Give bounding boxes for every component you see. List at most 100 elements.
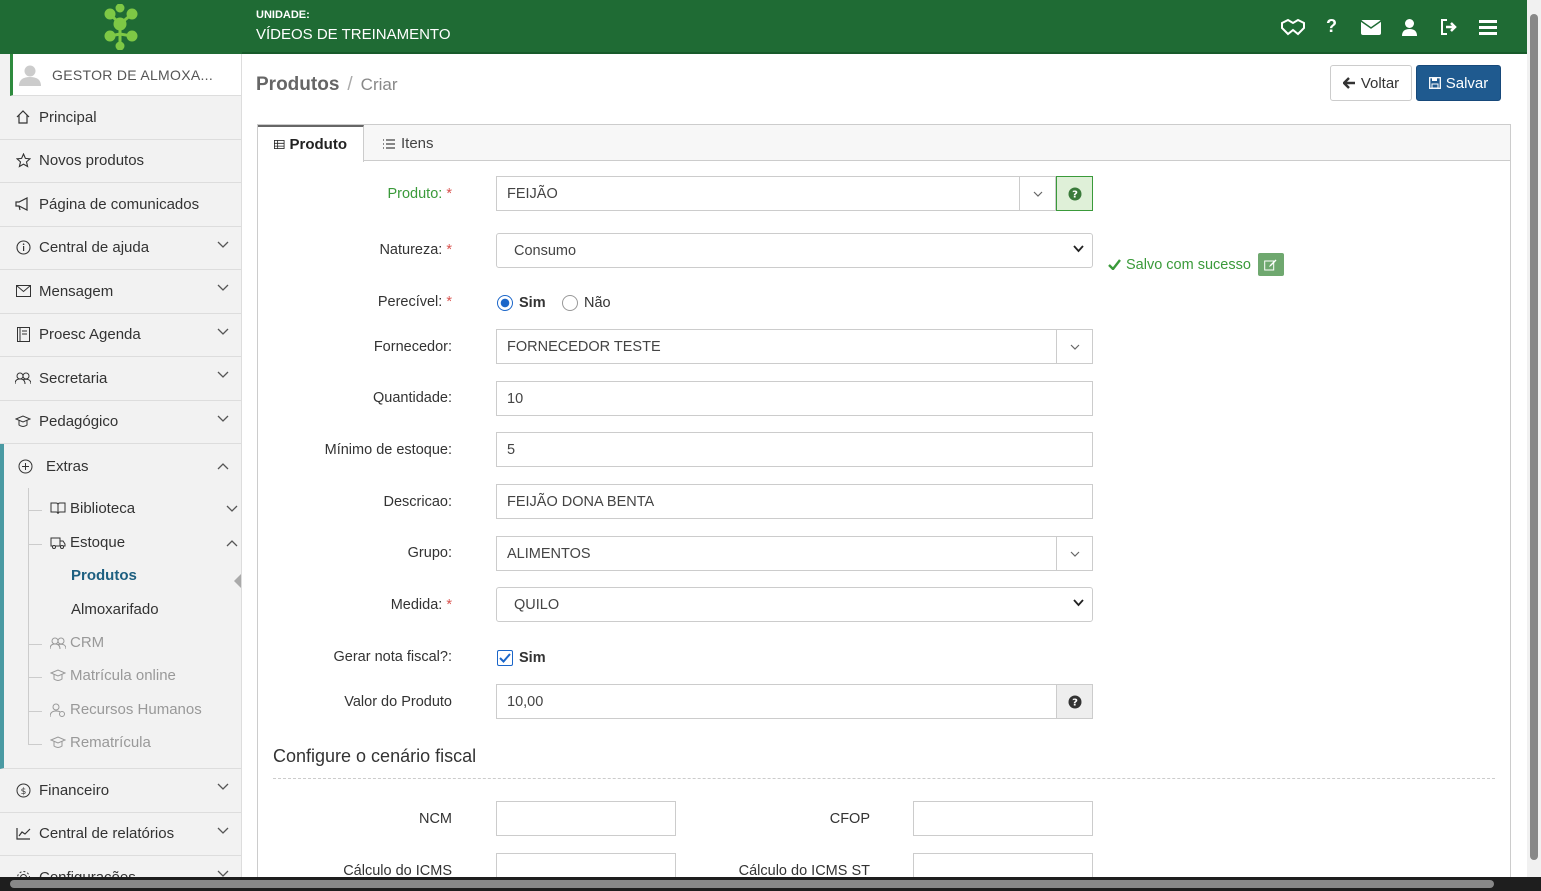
sidebar-item-pedagogico[interactable]: Pedagógico	[0, 401, 241, 444]
horizontal-scrollbar[interactable]	[0, 877, 1527, 891]
vertical-scrollbar[interactable]	[1527, 0, 1541, 877]
medida-select[interactable]: QUILO	[496, 587, 1093, 622]
chevron-down-icon	[226, 505, 238, 512]
grupo-select[interactable]: ALIMENTOS	[496, 536, 1093, 571]
breadcrumb-section[interactable]: Produtos	[256, 74, 339, 95]
tab-produto[interactable]: Produto	[258, 125, 364, 162]
sidebar-item-label: Financeiro	[39, 781, 110, 799]
unit-label: UNIDADE:	[256, 9, 310, 21]
sidebar-item-relatorios[interactable]: Central de relatórios	[0, 813, 241, 856]
sidebar-item-configuracoes[interactable]: Configurações	[0, 856, 241, 877]
nota-label: Gerar nota fiscal?:	[333, 649, 452, 665]
fiscal-section-title: Configure o cenário fiscal	[273, 746, 477, 766]
perecivel-nao-radio[interactable]: Não	[562, 295, 611, 311]
unit-name[interactable]: VÍDEOS DE TREINAMENTO	[256, 26, 450, 43]
envelope-icon[interactable]	[1351, 14, 1390, 38]
cfop-input[interactable]	[913, 801, 1093, 836]
section-divider	[273, 778, 1495, 779]
fornecedor-dropdown-toggle[interactable]	[1056, 329, 1093, 364]
sidebar-item-principal[interactable]: Principal	[0, 96, 241, 140]
icms-input[interactable]	[496, 853, 676, 877]
user-icon[interactable]	[1390, 14, 1429, 38]
valor-input[interactable]: 10,00 ?	[496, 684, 1093, 719]
logo-icon	[104, 4, 138, 50]
sidebar-item-comunicados[interactable]: Página de comunicados	[0, 183, 241, 227]
sidebar-item-novos-produtos[interactable]: Novos produtos	[0, 140, 241, 183]
sign-out-icon[interactable]	[1429, 14, 1468, 38]
checkbox-label: Sim	[519, 650, 546, 666]
sidebar-item-almoxarifado[interactable]: Almoxarifado	[71, 601, 159, 618]
question-icon[interactable]: ?	[1312, 14, 1351, 38]
check-icon	[499, 653, 511, 663]
sidebar-item-rematricula[interactable]: Rematrícula	[50, 734, 151, 751]
minimo-input[interactable]: 5	[496, 432, 1093, 467]
sidebar-item-label: Página de comunicados	[39, 195, 200, 213]
tab-itens[interactable]: Itens	[366, 125, 450, 162]
chevron-down-icon	[217, 371, 229, 378]
required-mark: *	[446, 242, 452, 258]
user-name: GESTOR DE ALMOXA...	[52, 67, 214, 83]
fornecedor-value: FORNECEDOR TESTE	[507, 338, 661, 355]
sidebar-item-crm[interactable]: CRM	[50, 634, 104, 651]
quantidade-input[interactable]: 10	[496, 381, 1093, 416]
top-icons: ?	[1273, 14, 1507, 38]
sidebar-item-mensagem[interactable]: Mensagem	[0, 270, 241, 314]
handshake-icon[interactable]	[1273, 14, 1312, 38]
valor-help-button[interactable]: ?	[1056, 684, 1093, 719]
edit-button[interactable]	[1257, 253, 1284, 276]
svg-text:$: $	[20, 787, 26, 797]
medida-label-text: Medida:	[390, 597, 443, 613]
sidebar-item-financeiro[interactable]: $ Financeiro	[0, 769, 241, 813]
nota-checkbox[interactable]: Sim	[497, 650, 546, 666]
logo[interactable]	[0, 0, 242, 54]
menu-icon[interactable]	[1468, 14, 1507, 38]
sidebar-item-secretaria[interactable]: Secretaria	[0, 357, 241, 401]
svg-text:?: ?	[1072, 697, 1078, 708]
produto-dropdown-toggle[interactable]	[1019, 176, 1056, 211]
natureza-select[interactable]: Consumo	[496, 233, 1093, 268]
graduation-icon	[14, 414, 32, 430]
scrollbar-thumb[interactable]	[1530, 14, 1538, 860]
graduation-icon	[50, 669, 66, 681]
fornecedor-select[interactable]: FORNECEDOR TESTE	[496, 329, 1093, 364]
medida-label: Medida: *	[391, 597, 452, 613]
sidebar-item-extras[interactable]: Extras	[4, 444, 241, 488]
sidebar-item-estoque[interactable]: Estoque	[50, 534, 238, 551]
edit-icon	[1264, 259, 1277, 270]
minimo-value: 5	[507, 441, 516, 458]
list-icon	[383, 138, 395, 149]
back-button[interactable]: Voltar	[1330, 65, 1412, 101]
sidebar-item-rh[interactable]: Recursos Humanos	[50, 701, 202, 718]
tree-branch	[28, 677, 42, 678]
chart-icon	[14, 826, 32, 842]
sidebar-item-label: Proesc Agenda	[39, 326, 141, 344]
sidebar-item-central-ajuda[interactable]: Central de ajuda	[0, 227, 241, 270]
save-button[interactable]: Salvar	[1416, 65, 1501, 101]
radio-selected	[497, 295, 513, 311]
produto-help-button[interactable]: ?	[1056, 176, 1093, 211]
breadcrumb-page: Criar	[360, 75, 398, 94]
icms-st-input[interactable]	[913, 853, 1093, 877]
breadcrumb: Produtos / Criar	[256, 74, 398, 96]
sidebar-item-matricula[interactable]: Matrícula online	[50, 667, 176, 684]
produto-value: FEIJÃO	[507, 185, 558, 202]
sidebar-item-produtos[interactable]: Produtos	[71, 567, 137, 584]
sidebar-item-biblioteca[interactable]: Biblioteca	[50, 500, 238, 517]
tree-branch	[28, 744, 42, 745]
descricao-input[interactable]: FEIJÃO DONA BENTA	[496, 484, 1093, 519]
chevron-down-icon	[217, 284, 229, 291]
produto-select[interactable]: FEIJÃO	[496, 176, 1056, 211]
megaphone-icon	[14, 196, 32, 212]
ncm-input[interactable]	[496, 801, 676, 836]
sidebar-item-label: Novos produtos	[39, 152, 145, 170]
scrollbar-thumb[interactable]	[10, 880, 1494, 888]
produto-label-text: Produto:	[387, 186, 443, 202]
grupo-dropdown-toggle[interactable]	[1056, 536, 1093, 571]
sidebar-item-label: Pedagógico	[39, 413, 119, 431]
back-button-label: Voltar	[1360, 74, 1400, 92]
perecivel-sim-radio[interactable]: Sim	[497, 295, 546, 311]
sidebar-group-extras: Extras Biblioteca Estoque Produtos Almox…	[0, 444, 241, 769]
user-box[interactable]: GESTOR DE ALMOXA...	[10, 54, 241, 96]
sidebar-item-agenda[interactable]: Proesc Agenda	[0, 314, 241, 357]
sidebar-item-label: Extras	[46, 457, 89, 475]
